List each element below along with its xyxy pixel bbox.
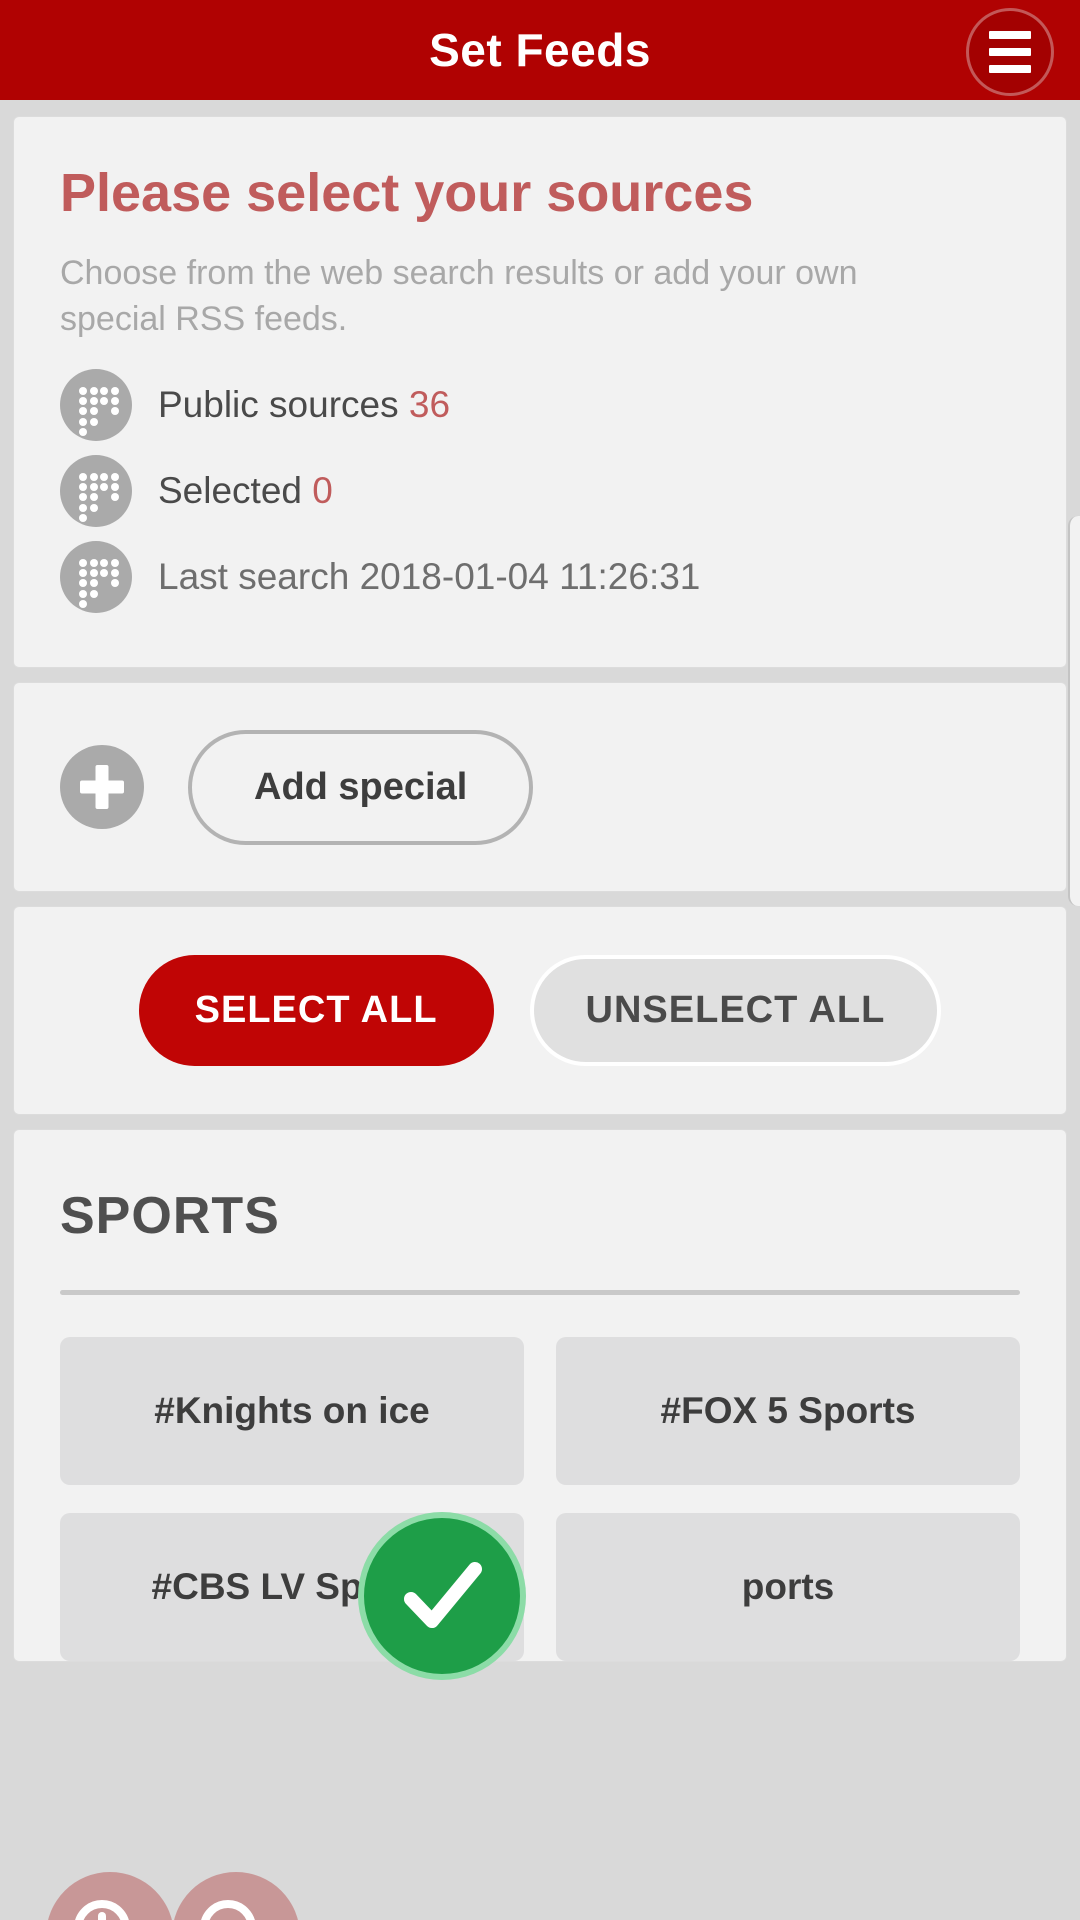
zoom-out-icon[interactable]	[172, 1872, 300, 1920]
dots-grid-icon	[60, 541, 132, 614]
public-sources-count: 36	[408, 384, 451, 426]
page-title: Set Feeds	[429, 24, 651, 76]
headline: Please select your sources	[60, 163, 754, 223]
unselect-all-button[interactable]: UNSELECT ALL	[529, 955, 942, 1067]
section-title-sports: SPORTS	[60, 1187, 280, 1246]
page-body: Please select your sources Choose from t…	[0, 116, 1080, 1920]
stat-row-public-sources: Public sources 36	[60, 369, 1020, 442]
feed-chip[interactable]: ports	[556, 1513, 1020, 1662]
subtext: Choose from the web search results or ad…	[60, 254, 858, 339]
feed-chip[interactable]: #FOX 5 Sports	[556, 1337, 1020, 1486]
plus-icon[interactable]	[60, 745, 144, 830]
hamburger-menu-icon[interactable]	[966, 8, 1054, 96]
check-mark-icon[interactable]	[358, 1512, 526, 1680]
feed-chip[interactable]: #Knights on ice	[60, 1337, 524, 1486]
selected-count: 0	[312, 470, 333, 512]
stat-label-last-search: Last search 2018-01-04 11:26:31	[158, 556, 701, 598]
dots-grid-icon	[60, 369, 132, 442]
dots-grid-icon	[60, 455, 132, 528]
add-special-card: Add special	[13, 682, 1067, 893]
add-special-button[interactable]: Add special	[188, 729, 534, 845]
menu-bar-3	[989, 65, 1031, 73]
feed-chip-grid: #Knights on ice #FOX 5 Sports #CBS LV Sp…	[60, 1337, 1020, 1662]
select-all-button[interactable]: SELECT ALL	[138, 955, 494, 1067]
zoom-in-icon[interactable]	[46, 1872, 174, 1920]
section-divider	[60, 1290, 1020, 1296]
stat-label-selected: Selected 0	[158, 470, 333, 512]
selection-actions-card: SELECT ALL UNSELECT ALL	[13, 906, 1067, 1116]
stat-row-selected: Selected 0	[60, 455, 1020, 528]
last-search-timestamp: 2018-01-04 11:26:31	[359, 556, 701, 598]
sports-card: SPORTS #Knights on ice #FOX 5 Sports #CB…	[13, 1129, 1067, 1663]
app-header: Set Feeds	[0, 0, 1080, 100]
info-card: Please select your sources Choose from t…	[13, 116, 1067, 669]
stat-label-public-sources: Public sources 36	[158, 384, 451, 426]
menu-bar-2	[989, 48, 1031, 56]
menu-bar-1	[989, 31, 1031, 39]
stat-row-last-search: Last search 2018-01-04 11:26:31	[60, 541, 1020, 614]
scrollbar[interactable]	[1068, 516, 1080, 906]
